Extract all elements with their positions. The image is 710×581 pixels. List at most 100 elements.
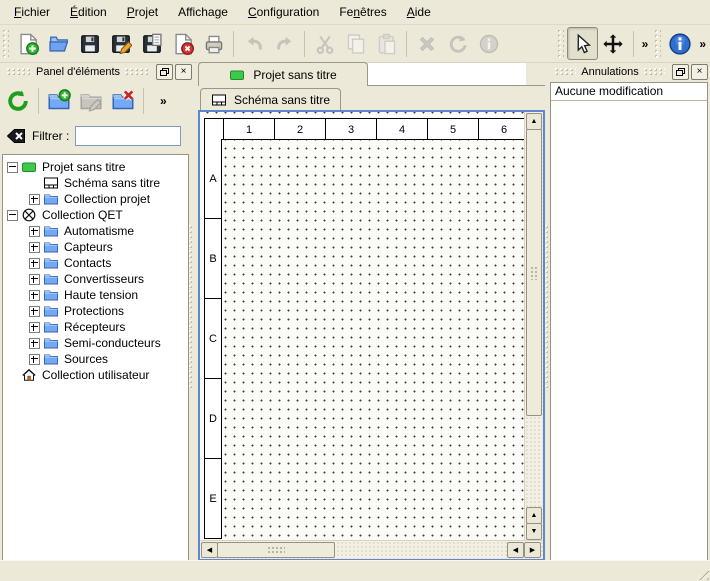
tree-item-haute-tension[interactable]: Haute tension	[3, 287, 188, 303]
tree-item-sources[interactable]: Sources	[3, 351, 188, 367]
clear-filter-icon[interactable]	[6, 126, 26, 146]
expand-icon[interactable]	[29, 226, 40, 237]
menu-edition[interactable]: Édition	[60, 1, 117, 23]
elements-panel-titlebar[interactable]: Panel d'éléments ×	[2, 64, 192, 80]
paste-button[interactable]	[371, 27, 402, 60]
close-panel-button[interactable]: ×	[691, 64, 708, 80]
menu-projet[interactable]: Projet	[117, 1, 168, 23]
tree-item-automatisme[interactable]: Automatisme	[3, 223, 188, 239]
save-all-button[interactable]	[136, 27, 167, 60]
select-tool-button[interactable]	[567, 27, 598, 60]
diagram-canvas[interactable]: 1 2 3 4 5 6 A B C D E	[200, 112, 525, 541]
scroll-left-button[interactable]: ◀	[507, 542, 524, 558]
collapse-icon[interactable]	[7, 162, 18, 173]
reload-collections-button[interactable]	[2, 84, 34, 118]
tree-item-capteurs[interactable]: Capteurs	[3, 239, 188, 255]
copy-icon	[345, 33, 367, 55]
delete-category-button[interactable]	[107, 84, 139, 118]
tree-item-recepteurs[interactable]: Récepteurs	[3, 319, 188, 335]
horizontal-scrollbar[interactable]: ◀ ◀ ▶	[200, 540, 543, 559]
new-category-button[interactable]	[43, 84, 75, 118]
undo-panel: Annulations × Aucune modification	[548, 62, 710, 561]
expand-icon[interactable]	[29, 290, 40, 301]
tree-item-schema-sans-titre[interactable]: Schéma sans titre	[3, 175, 188, 191]
expand-icon[interactable]	[29, 258, 40, 269]
tree-item-projet-sans-titre[interactable]: Projet sans titre	[3, 159, 188, 175]
column-header: 3	[326, 118, 377, 140]
horizontal-scroll-thumb[interactable]	[217, 542, 335, 558]
left-arrow-icon: ◀	[513, 546, 518, 554]
menu-affichage[interactable]: Affichage	[168, 1, 238, 23]
redo-icon	[274, 33, 296, 55]
scroll-up-button[interactable]: ▲	[526, 507, 542, 524]
tree-item-protections[interactable]: Protections	[3, 303, 188, 319]
expand-icon[interactable]	[29, 274, 40, 285]
menu-fichier[interactable]: Fichier	[4, 1, 60, 23]
row-header: C	[204, 299, 222, 379]
undo-panel-titlebar[interactable]: Annulations ×	[550, 64, 708, 80]
collapse-icon[interactable]	[7, 210, 18, 221]
delete-button[interactable]	[411, 27, 442, 60]
tree-item-contacts[interactable]: Contacts	[3, 255, 188, 271]
float-panel-button[interactable]	[156, 64, 173, 80]
save-button[interactable]	[74, 27, 105, 60]
sheet-corner-cell	[204, 118, 224, 140]
open-file-button[interactable]	[43, 27, 74, 60]
copy-button[interactable]	[340, 27, 371, 60]
toolbar-overflow-button[interactable]: »	[695, 37, 710, 51]
cut-button[interactable]	[309, 27, 340, 60]
folder-icon	[43, 287, 59, 303]
expand-icon[interactable]	[29, 194, 40, 205]
float-panel-button[interactable]	[672, 64, 689, 80]
folder-icon	[43, 303, 59, 319]
expand-icon[interactable]	[29, 242, 40, 253]
tree-item-collection-projet[interactable]: Collection projet	[3, 191, 188, 207]
toolbar-handle[interactable]	[558, 30, 564, 58]
menu-aide[interactable]: Aide	[397, 1, 441, 23]
close-panel-button[interactable]: ×	[175, 64, 192, 80]
expand-icon[interactable]	[29, 306, 40, 317]
toolbar-handle[interactable]	[655, 30, 661, 58]
resize-grip[interactable]	[695, 566, 709, 580]
menu-fenetres[interactable]: Fenêtres	[329, 1, 396, 23]
float-icon	[160, 68, 169, 76]
thumb-grip	[530, 266, 538, 280]
undo-list-item[interactable]: Aucune modification	[551, 83, 707, 101]
new-file-button[interactable]	[12, 27, 43, 60]
undo-history-list[interactable]: Aucune modification	[550, 82, 708, 561]
scroll-left-button[interactable]: ◀	[201, 542, 218, 558]
tab-schema-sans-titre[interactable]: Schéma sans titre	[200, 88, 341, 110]
toolbar-separator	[233, 31, 234, 57]
tree-item-collection-qet[interactable]: Collection QET	[3, 207, 188, 223]
scroll-down-button[interactable]: ▼	[526, 523, 542, 540]
toolbar-handle[interactable]	[3, 30, 9, 58]
print-button[interactable]	[198, 27, 229, 60]
left-splitter-handle[interactable]	[189, 225, 194, 390]
tree-item-convertisseurs[interactable]: Convertisseurs	[3, 271, 188, 287]
tab-projet-sans-titre[interactable]: Projet sans titre	[198, 62, 368, 86]
undo-button[interactable]	[238, 27, 269, 60]
close-file-button[interactable]	[167, 27, 198, 60]
tree-item-semi-conducteurs[interactable]: Semi-conducteurs	[3, 335, 188, 351]
about-button[interactable]	[664, 27, 695, 60]
redo-button[interactable]	[269, 27, 300, 60]
filter-input[interactable]	[75, 126, 181, 146]
vertical-scroll-thumb[interactable]	[526, 129, 542, 416]
tree-item-collection-utilisateur[interactable]: Collection utilisateur	[3, 367, 188, 383]
move-tool-button[interactable]	[598, 27, 629, 60]
rotate-button[interactable]	[442, 27, 473, 60]
toolbar-overflow-button[interactable]: »	[638, 37, 653, 51]
expand-icon[interactable]	[29, 354, 40, 365]
scroll-right-button[interactable]: ▶	[524, 542, 541, 558]
menu-configuration[interactable]: Configuration	[238, 1, 329, 23]
vertical-scrollbar[interactable]: ▲ ▲ ▼	[524, 112, 543, 541]
expand-icon[interactable]	[29, 322, 40, 333]
scroll-up-button[interactable]: ▲	[526, 113, 542, 130]
save-as-button[interactable]	[105, 27, 136, 60]
expand-icon[interactable]	[29, 338, 40, 349]
element-info-button[interactable]	[473, 27, 504, 60]
panel-toolbar-overflow-button[interactable]: »	[156, 94, 171, 108]
rotate-icon	[447, 33, 469, 55]
printer-icon	[203, 33, 225, 55]
edit-category-button[interactable]	[75, 84, 107, 118]
